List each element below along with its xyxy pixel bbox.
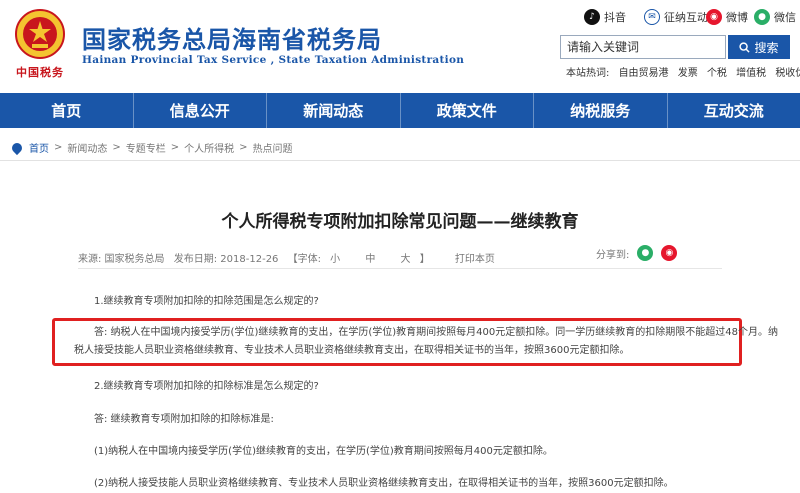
hot-words: 本站热词: 自由贸易港 发票 个税 增值税 税收优惠 — [566, 64, 800, 79]
share-label: 分享到: — [596, 249, 630, 261]
breadcrumb-separator: > — [239, 142, 248, 153]
hot-word-link[interactable]: 税收优惠 — [775, 68, 800, 79]
hot-word-link[interactable]: 增值税 — [736, 68, 766, 79]
main-nav: 首页 信息公开 新闻动态 政策文件 纳税服务 互动交流 — [0, 93, 800, 128]
breadcrumb-item[interactable]: 首页 — [29, 140, 49, 155]
social-weibo[interactable]: ◉ 微博 — [706, 8, 748, 26]
breadcrumb-separator: > — [54, 142, 63, 153]
breadcrumb-item[interactable]: 热点问题 — [253, 140, 293, 155]
social-label: 抖音 — [604, 11, 626, 24]
nav-item-policy[interactable]: 政策文件 — [401, 93, 534, 128]
breadcrumb: 首页 > 新闻动态 > 专题专栏 > 个人所得税 > 热点问题 — [9, 140, 293, 155]
nav-item-service[interactable]: 纳税服务 — [534, 93, 668, 128]
breadcrumb-separator: > — [112, 142, 121, 153]
tax-emblem-icon[interactable] — [14, 8, 66, 60]
hot-word-link[interactable]: 自由贸易港 — [619, 68, 669, 79]
wechat-share-icon[interactable]: ● — [637, 245, 654, 261]
divider — [0, 160, 800, 161]
answer-2-item-2: (2)纳税人接受技能人员职业资格继续教育、专业技术人员职业资格继续教育支出，在取… — [94, 478, 674, 489]
search-icon — [739, 41, 751, 53]
font-size-medium[interactable]: 中 — [365, 254, 375, 265]
search-input[interactable]: 请输入关键词 — [560, 35, 726, 59]
print-link[interactable]: 打印本页 — [455, 254, 495, 265]
social-tiktok[interactable]: ♪ 抖音 — [584, 8, 626, 26]
site-subtitle: Hainan Provincial Tax Service , State Ta… — [82, 54, 465, 66]
article-title: 个人所得税专项附加扣除常见问题——继续教育 — [221, 212, 579, 232]
interaction-icon: ✉ — [644, 9, 660, 25]
share-bar: 分享到: ● ◉ — [596, 245, 678, 261]
hot-word-link[interactable]: 个税 — [707, 68, 727, 79]
breadcrumb-item[interactable]: 专题专栏 — [126, 140, 166, 155]
tiktok-icon: ♪ — [584, 9, 600, 25]
weibo-icon: ◉ — [706, 9, 722, 25]
divider — [78, 268, 722, 269]
hot-word-link[interactable]: 发票 — [678, 68, 698, 79]
nav-item-info[interactable]: 信息公开 — [134, 93, 267, 128]
site-title[interactable]: 国家税务总局海南省税务局 — [82, 20, 382, 55]
site-header: 中国税务 国家税务总局海南省税务局 Hainan Provincial Tax … — [0, 0, 800, 93]
answer-1-line-2: 税人接受技能人员职业资格继续教育、专业技术人员职业资格继续教育支出，在取得相关证… — [74, 345, 630, 356]
nav-item-home[interactable]: 首页 — [0, 93, 134, 128]
font-size-small[interactable]: 小 — [330, 254, 340, 265]
social-label: 微博 — [726, 11, 748, 24]
hot-words-label: 本站热词: — [566, 68, 610, 79]
answer-1: 答: 纳税人在中国境内接受学历(学位)继续教育的支出，在学历(学位)教育期间按照… — [74, 324, 778, 360]
answer-2-intro: 答: 继续教育专项附加扣除的扣除标准是: — [94, 414, 274, 425]
article-meta: 来源: 国家税务总局 发布日期: 2018-12-26 【字体: 小 中 大 】… — [78, 250, 501, 265]
social-wechat[interactable]: ● 微信 — [754, 8, 796, 26]
nav-item-news[interactable]: 新闻动态 — [267, 93, 401, 128]
nav-item-interaction[interactable]: 互动交流 — [668, 93, 800, 128]
logo-text: 中国税务 — [16, 66, 64, 79]
social-label: 征纳互动 — [664, 11, 708, 24]
font-size-large[interactable]: 大 — [401, 254, 411, 265]
location-pin-icon — [9, 140, 25, 155]
social-interaction[interactable]: ✉ 征纳互动 — [644, 8, 708, 26]
breadcrumb-separator: > — [170, 142, 180, 153]
article-date: 发布日期: 2018-12-26 — [173, 254, 279, 265]
social-label: 微信 — [774, 11, 796, 24]
breadcrumb-item[interactable]: 新闻动态 — [67, 140, 107, 155]
breadcrumb-item[interactable]: 个人所得税 — [184, 140, 234, 155]
wechat-icon: ● — [754, 9, 770, 25]
weibo-share-icon[interactable]: ◉ — [661, 245, 678, 261]
answer-2-item-1: (1)纳税人在中国境内接受学历(学位)继续教育的支出，在学历(学位)教育期间按照… — [94, 446, 553, 457]
search-button[interactable]: 搜索 — [728, 35, 790, 59]
article-source: 来源: 国家税务总局 — [78, 254, 165, 265]
font-size-close: 】 — [419, 254, 430, 265]
question-2: 2.继续教育专项附加扣除的扣除标准是怎么规定的? — [94, 381, 319, 392]
font-size-label: 【字体: — [287, 254, 321, 265]
answer-1-line-1: 答: 纳税人在中国境内接受学历(学位)继续教育的支出，在学历(学位)教育期间按照… — [94, 327, 778, 338]
question-1: 1.继续教育专项附加扣除的扣除范围是怎么规定的? — [94, 296, 319, 307]
search-button-label: 搜索 — [754, 40, 779, 55]
